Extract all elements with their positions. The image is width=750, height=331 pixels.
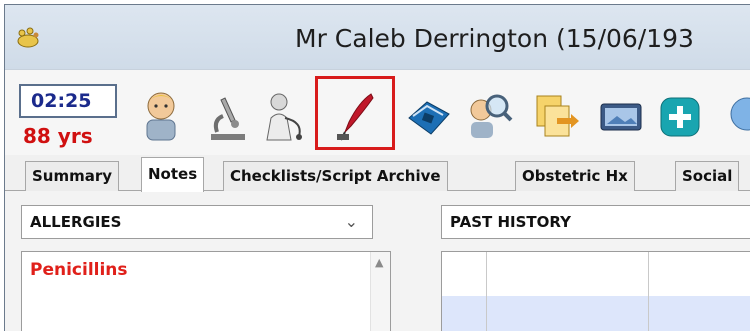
tab-summary[interactable]: Summary xyxy=(25,161,120,191)
documents-button[interactable] xyxy=(529,88,581,144)
window-title: Mr Caleb Derrington (15/06/193 xyxy=(295,24,694,53)
toolbar: 02:25 88 yrs xyxy=(5,69,750,155)
magnifier-person-icon xyxy=(470,94,513,138)
patient-button[interactable] xyxy=(135,88,187,144)
doctor-button[interactable] xyxy=(259,88,311,144)
grid-column-divider xyxy=(648,252,649,331)
stethoscope-doctor-icon xyxy=(266,93,302,141)
allergies-scrollbar[interactable]: ▲ xyxy=(370,252,390,331)
allergies-list: Penicillins ▲ xyxy=(21,251,391,331)
table-row[interactable] xyxy=(442,296,750,331)
images-button[interactable] xyxy=(595,88,647,144)
search-patient-button[interactable] xyxy=(463,88,515,144)
past-history-grid xyxy=(441,251,750,331)
add-button[interactable] xyxy=(655,88,707,144)
chevron-down-icon: ⌄ xyxy=(344,212,358,231)
patient-icon xyxy=(146,92,176,141)
more-toolbar-button[interactable] xyxy=(717,88,750,144)
past-history-header: PAST HISTORY xyxy=(441,205,750,239)
patient-age: 88 yrs xyxy=(23,124,93,148)
app-window: Mr Caleb Derrington (15/06/193 02:25 88 … xyxy=(4,4,750,331)
highlight-box xyxy=(315,76,395,150)
allergies-dropdown-label: ALLERGIES xyxy=(30,213,122,231)
round-badge-icon xyxy=(730,97,750,131)
notes-panel: ALLERGIES ⌄ Penicillins ▲ PAST HISTORY xyxy=(5,191,750,331)
tab-bar: Summary Notes Checklists/Script Archive … xyxy=(5,155,750,192)
tab-checklists-script-archive[interactable]: Checklists/Script Archive xyxy=(223,161,448,191)
clock-display: 02:25 xyxy=(19,84,117,118)
title-bar: Mr Caleb Derrington (15/06/193 xyxy=(5,5,750,69)
microscope-icon xyxy=(211,97,245,140)
documents-arrow-icon xyxy=(536,95,579,137)
tab-social[interactable]: Social xyxy=(675,161,740,191)
monitor-icon xyxy=(600,103,642,131)
allergies-dropdown[interactable]: ALLERGIES ⌄ xyxy=(21,205,373,239)
tab-obstetric-hx[interactable]: Obstetric Hx xyxy=(515,161,635,191)
allergy-item[interactable]: Penicillins xyxy=(30,260,128,280)
app-logo-icon xyxy=(17,27,39,48)
telephone-button[interactable] xyxy=(403,88,455,144)
telephone-icon xyxy=(408,101,450,135)
grid-column-divider xyxy=(486,252,487,331)
scroll-up-arrow-icon[interactable]: ▲ xyxy=(375,256,383,269)
add-icon xyxy=(660,97,700,137)
tab-notes[interactable]: Notes xyxy=(141,157,205,192)
microscope-button[interactable] xyxy=(201,88,253,144)
